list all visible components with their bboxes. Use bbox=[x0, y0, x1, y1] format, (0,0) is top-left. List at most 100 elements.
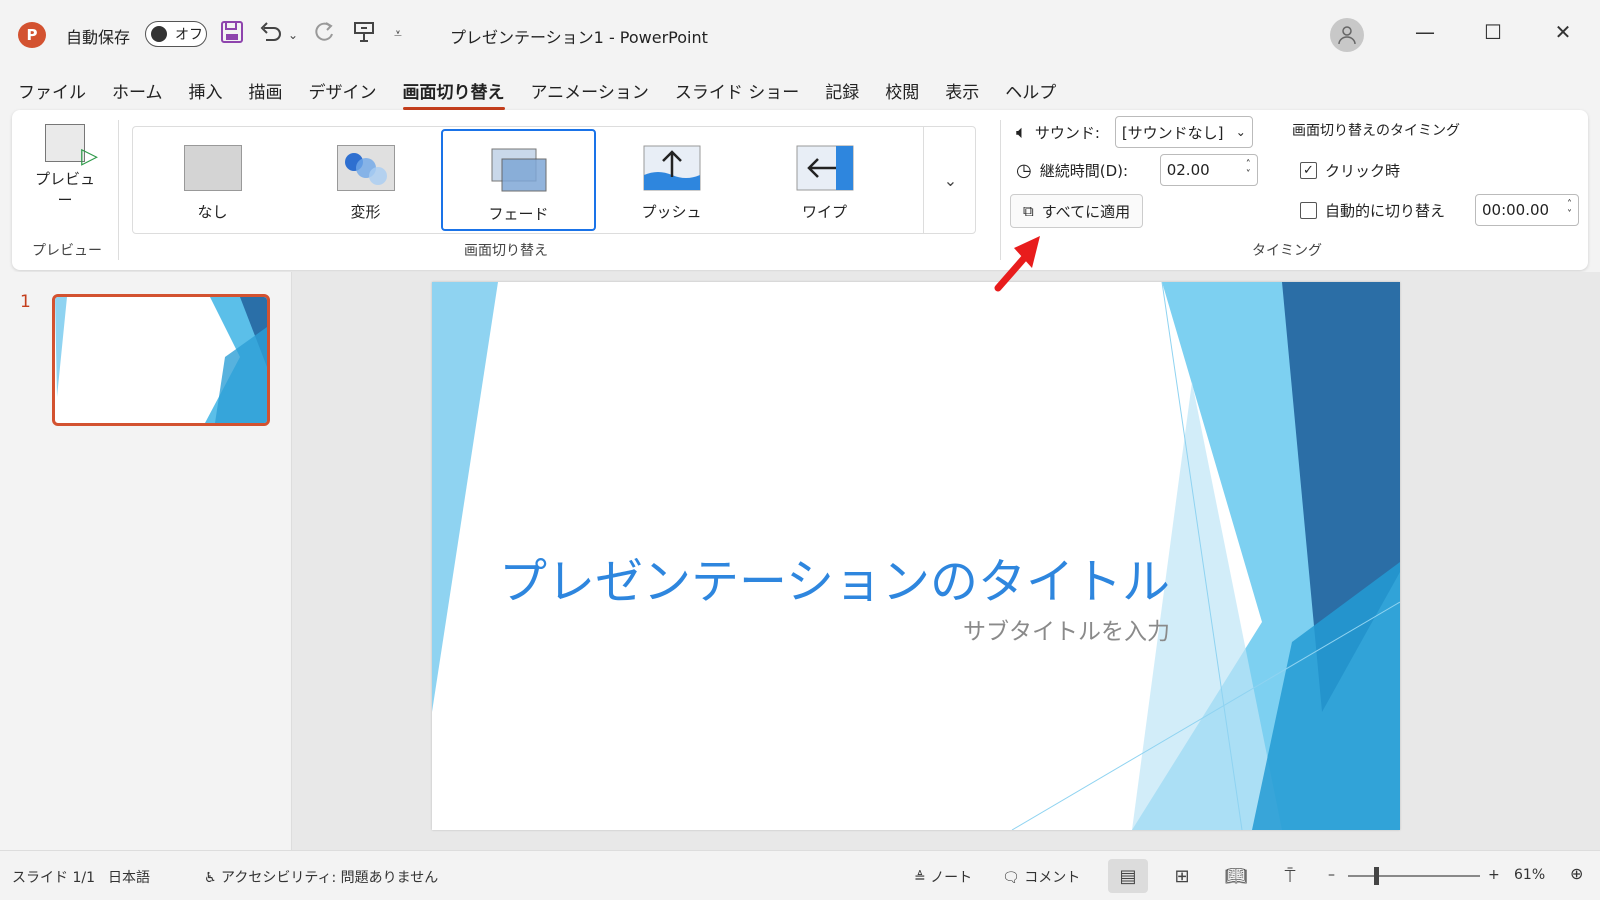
transition-wipe-icon bbox=[796, 145, 854, 191]
after-time-stepper[interactable]: 00:00.00 ˄ ˅ bbox=[1475, 194, 1579, 226]
accessibility-label: アクセシビリティ: 問題ありません bbox=[221, 870, 439, 886]
minimize-icon[interactable]: — bbox=[1410, 20, 1440, 44]
tab-record[interactable]: 記録 bbox=[825, 76, 859, 108]
timing-group-label: タイミング bbox=[1252, 243, 1322, 259]
comments-button[interactable]: 🗨︎ コメント bbox=[1002, 867, 1080, 887]
slide-number: 1 bbox=[20, 292, 31, 312]
transition-push-label: プッシュ bbox=[641, 203, 702, 221]
close-icon[interactable]: ✕ bbox=[1548, 20, 1578, 44]
duration-row: ◷ 継続時間(D): 02.00 ˄ ˅ bbox=[1016, 154, 1258, 186]
document-title: プレゼンテーション1 - PowerPoint bbox=[450, 28, 708, 47]
accessibility-status[interactable]: ♿︎ アクセシビリティ: 問題ありません bbox=[204, 867, 438, 887]
slide-sorter-icon[interactable]: ⊞ bbox=[1162, 859, 1202, 893]
comment-icon: 🗨︎ bbox=[1002, 870, 1025, 886]
tab-draw[interactable]: 描画 bbox=[249, 76, 283, 108]
preview-button-label: プレビュー bbox=[34, 170, 95, 209]
transition-fade[interactable]: フェード bbox=[441, 129, 596, 231]
notes-icon: ≜ bbox=[914, 870, 931, 886]
preview-button[interactable]: プレビュー bbox=[30, 124, 100, 210]
tab-animations[interactable]: アニメーション bbox=[531, 76, 649, 108]
duration-stepper[interactable]: 02.00 ˄ ˅ bbox=[1159, 154, 1258, 186]
chevron-down-icon: ⌄ bbox=[1235, 125, 1246, 139]
current-slide[interactable]: プレゼンテーションのタイトル サブタイトルを入力 bbox=[432, 282, 1400, 830]
tab-transitions[interactable]: 画面切り替え bbox=[402, 76, 505, 110]
slide-title[interactable]: プレゼンテーションのタイトル bbox=[499, 542, 1170, 612]
transition-morph-label: 変形 bbox=[350, 203, 381, 221]
autosave-state: オフ bbox=[175, 27, 203, 43]
transition-fade-icon bbox=[490, 147, 548, 193]
zoom-out-icon[interactable]: – bbox=[1328, 867, 1335, 883]
slideshow-view-icon[interactable]: ⍑ bbox=[1270, 859, 1310, 893]
undo-dropdown-icon[interactable]: ⌄ bbox=[288, 28, 298, 42]
slide-subtitle[interactable]: サブタイトルを入力 bbox=[963, 612, 1170, 646]
spinner-icon[interactable]: ˄ ˅ bbox=[1567, 200, 1572, 220]
status-bar: スライド 1/1 日本語 ♿︎ アクセシビリティ: 問題ありません ≜ ノート … bbox=[0, 850, 1600, 900]
slide-count: スライド 1/1 bbox=[12, 870, 95, 886]
transition-morph-icon bbox=[336, 145, 395, 191]
tab-view[interactable]: 表示 bbox=[945, 76, 979, 108]
accessibility-icon: ♿︎ bbox=[204, 870, 222, 886]
transition-none[interactable]: なし bbox=[135, 129, 290, 231]
tab-review[interactable]: 校閲 bbox=[885, 76, 919, 108]
sound-select[interactable]: [サウンドなし] ⌄ bbox=[1114, 116, 1253, 148]
gallery-more-chevron-icon[interactable]: ⌄ bbox=[923, 127, 977, 233]
transition-push[interactable]: プッシュ bbox=[594, 129, 749, 231]
after-row: 自動的に切り替え 00:00.00 ˄ ˅ bbox=[1300, 194, 1579, 226]
transition-gallery: なし 変形 フェード プッシュ ワイプ ⌄ bbox=[132, 126, 976, 234]
transition-none-label: なし bbox=[197, 203, 228, 221]
transition-wipe-label: ワイプ bbox=[801, 203, 847, 221]
autosave-toggle[interactable]: オフ bbox=[145, 21, 207, 47]
tab-home[interactable]: ホーム bbox=[112, 76, 163, 108]
after-time-value: 00:00.00 bbox=[1482, 201, 1550, 219]
tab-help[interactable]: ヘルプ bbox=[1005, 76, 1056, 108]
timing-group: 🔈︎ サウンド: [サウンドなし] ⌄ ◷ 継続時間(D): 02.00 ˄ ˅ … bbox=[1010, 110, 1579, 270]
fit-to-window-icon[interactable]: ⊕ bbox=[1570, 864, 1583, 883]
speaker-icon: 🔈︎ bbox=[1016, 121, 1027, 143]
transition-morph[interactable]: 変形 bbox=[288, 129, 443, 231]
slide-editor-canvas: プレゼンテーションのタイトル サブタイトルを入力 bbox=[292, 272, 1600, 850]
on-click-checkbox[interactable]: ✓ bbox=[1300, 162, 1317, 179]
slide-thumbnail[interactable] bbox=[52, 294, 270, 426]
reading-view-icon[interactable]: 📖︎ bbox=[1216, 859, 1256, 893]
zoom-slider[interactable] bbox=[1348, 875, 1480, 877]
tab-insert[interactable]: 挿入 bbox=[189, 76, 223, 108]
transitions-group-label: 画面切り替え bbox=[464, 243, 548, 259]
customize-toolbar-icon[interactable]: ⩡ bbox=[394, 26, 402, 42]
slideshow-icon[interactable] bbox=[352, 20, 376, 50]
duration-value: 02.00 bbox=[1166, 161, 1210, 179]
tab-slideshow[interactable]: スライド ショー bbox=[675, 76, 799, 108]
maximize-icon[interactable]: ☐ bbox=[1478, 20, 1508, 44]
apply-all-label: すべてに適用 bbox=[1041, 202, 1131, 221]
apply-to-all-button[interactable]: ⧉ すべてに適用 bbox=[1010, 194, 1144, 228]
zoom-in-icon[interactable]: + bbox=[1488, 867, 1500, 883]
notes-button[interactable]: ≜ ノート bbox=[914, 867, 972, 887]
normal-view-icon[interactable]: ▤ bbox=[1108, 859, 1148, 893]
redo-icon[interactable] bbox=[312, 20, 338, 50]
comments-label: コメント bbox=[1024, 870, 1081, 886]
ribbon: プレビュー プレビュー なし 変形 フェード プッシュ bbox=[12, 110, 1588, 270]
preview-group-label: プレビュー bbox=[32, 243, 102, 259]
after-label: 自動的に切り替え bbox=[1325, 201, 1446, 220]
sound-select-value: [サウンドなし] bbox=[1121, 123, 1224, 142]
powerpoint-logo-icon: P bbox=[18, 22, 46, 48]
transition-push-icon bbox=[643, 145, 701, 191]
apply-all-row: ⧉ すべてに適用 bbox=[1010, 194, 1144, 228]
zoom-level[interactable]: 61% bbox=[1514, 867, 1545, 883]
ribbon-tabs: ファイル ホーム 挿入 描画 デザイン 画面切り替え アニメーション スライド … bbox=[18, 76, 1082, 110]
transition-wipe[interactable]: ワイプ bbox=[747, 129, 902, 231]
slide-decoration-left bbox=[432, 282, 498, 712]
spinner-icon[interactable]: ˄ ˅ bbox=[1246, 160, 1251, 180]
zoom-slider-thumb[interactable] bbox=[1374, 867, 1379, 885]
on-click-row: ✓ クリック時 bbox=[1300, 160, 1400, 181]
user-avatar-icon[interactable] bbox=[1330, 18, 1364, 52]
language[interactable]: 日本語 bbox=[108, 867, 150, 887]
tab-file[interactable]: ファイル bbox=[18, 76, 86, 108]
after-checkbox[interactable] bbox=[1300, 201, 1317, 219]
clock-icon: ◷ bbox=[1016, 159, 1032, 181]
undo-icon[interactable] bbox=[258, 20, 284, 50]
toggle-knob bbox=[151, 26, 167, 42]
group-divider bbox=[118, 120, 119, 260]
tab-design[interactable]: デザイン bbox=[309, 76, 377, 108]
save-icon[interactable] bbox=[220, 20, 244, 50]
red-arrow-annotation-icon bbox=[992, 230, 1052, 298]
